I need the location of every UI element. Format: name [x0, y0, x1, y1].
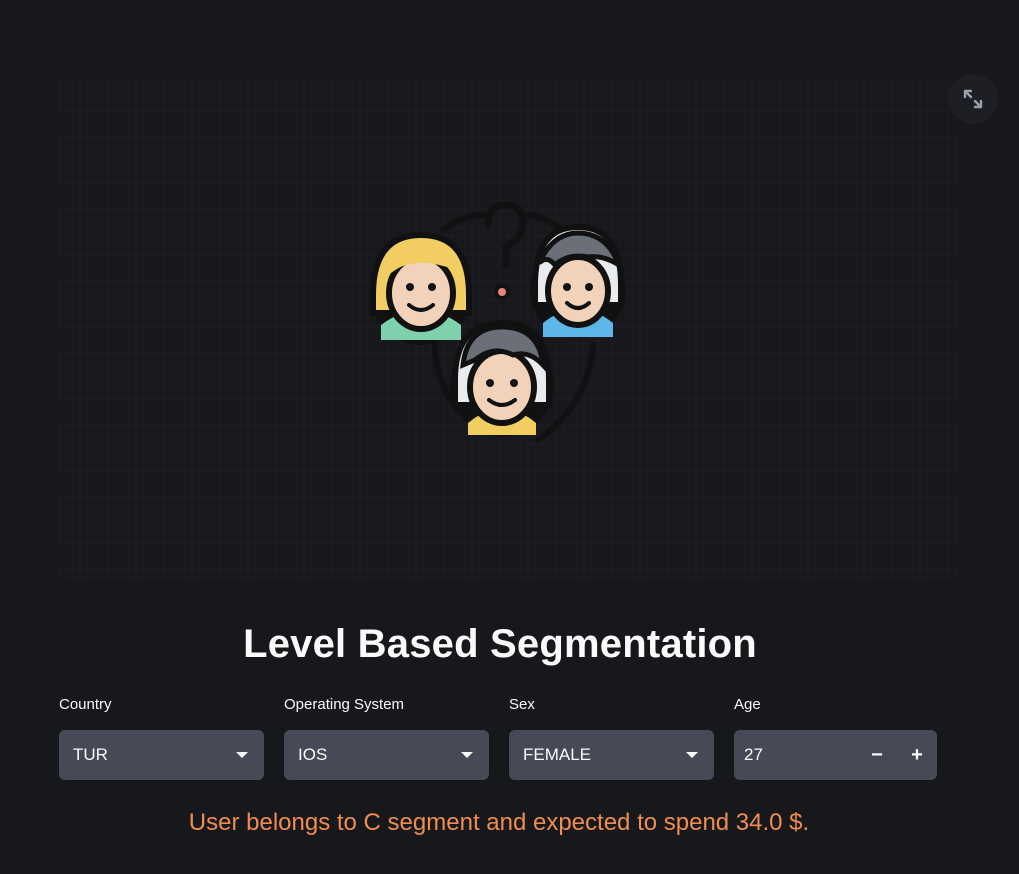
age-stepper: − +	[734, 730, 937, 780]
os-select[interactable]: IOS	[284, 730, 489, 780]
chevron-down-icon	[686, 752, 698, 758]
sex-field: Sex FEMALE	[509, 694, 714, 780]
result-message: User belongs to C segment and expected t…	[188, 809, 810, 836]
os-label: Operating System	[284, 696, 405, 713]
people-question-icon	[370, 201, 626, 443]
country-select[interactable]: TUR	[59, 730, 264, 780]
country-label: Country	[59, 696, 112, 713]
chevron-down-icon	[236, 752, 248, 758]
chevron-down-icon	[461, 752, 473, 758]
app-page: Level Based Segmentation Country TUR Ope…	[0, 0, 1019, 874]
age-label: Age	[734, 696, 761, 713]
expand-arrows-icon	[963, 89, 983, 109]
os-field: Operating System IOS	[284, 694, 489, 780]
page-title: Level Based Segmentation	[243, 622, 757, 666]
country-field: Country TUR	[59, 694, 264, 780]
fullscreen-button[interactable]	[948, 74, 998, 124]
country-value: TUR	[73, 745, 108, 764]
age-increment-button[interactable]: +	[897, 730, 937, 780]
age-input[interactable]	[744, 745, 857, 765]
os-value: IOS	[298, 745, 328, 764]
sex-value: FEMALE	[523, 745, 592, 764]
age-decrement-button[interactable]: −	[857, 730, 897, 780]
age-field: Age − +	[734, 694, 937, 780]
sex-select[interactable]: FEMALE	[509, 730, 714, 780]
sex-label: Sex	[509, 696, 535, 713]
hero-image	[58, 75, 958, 580]
